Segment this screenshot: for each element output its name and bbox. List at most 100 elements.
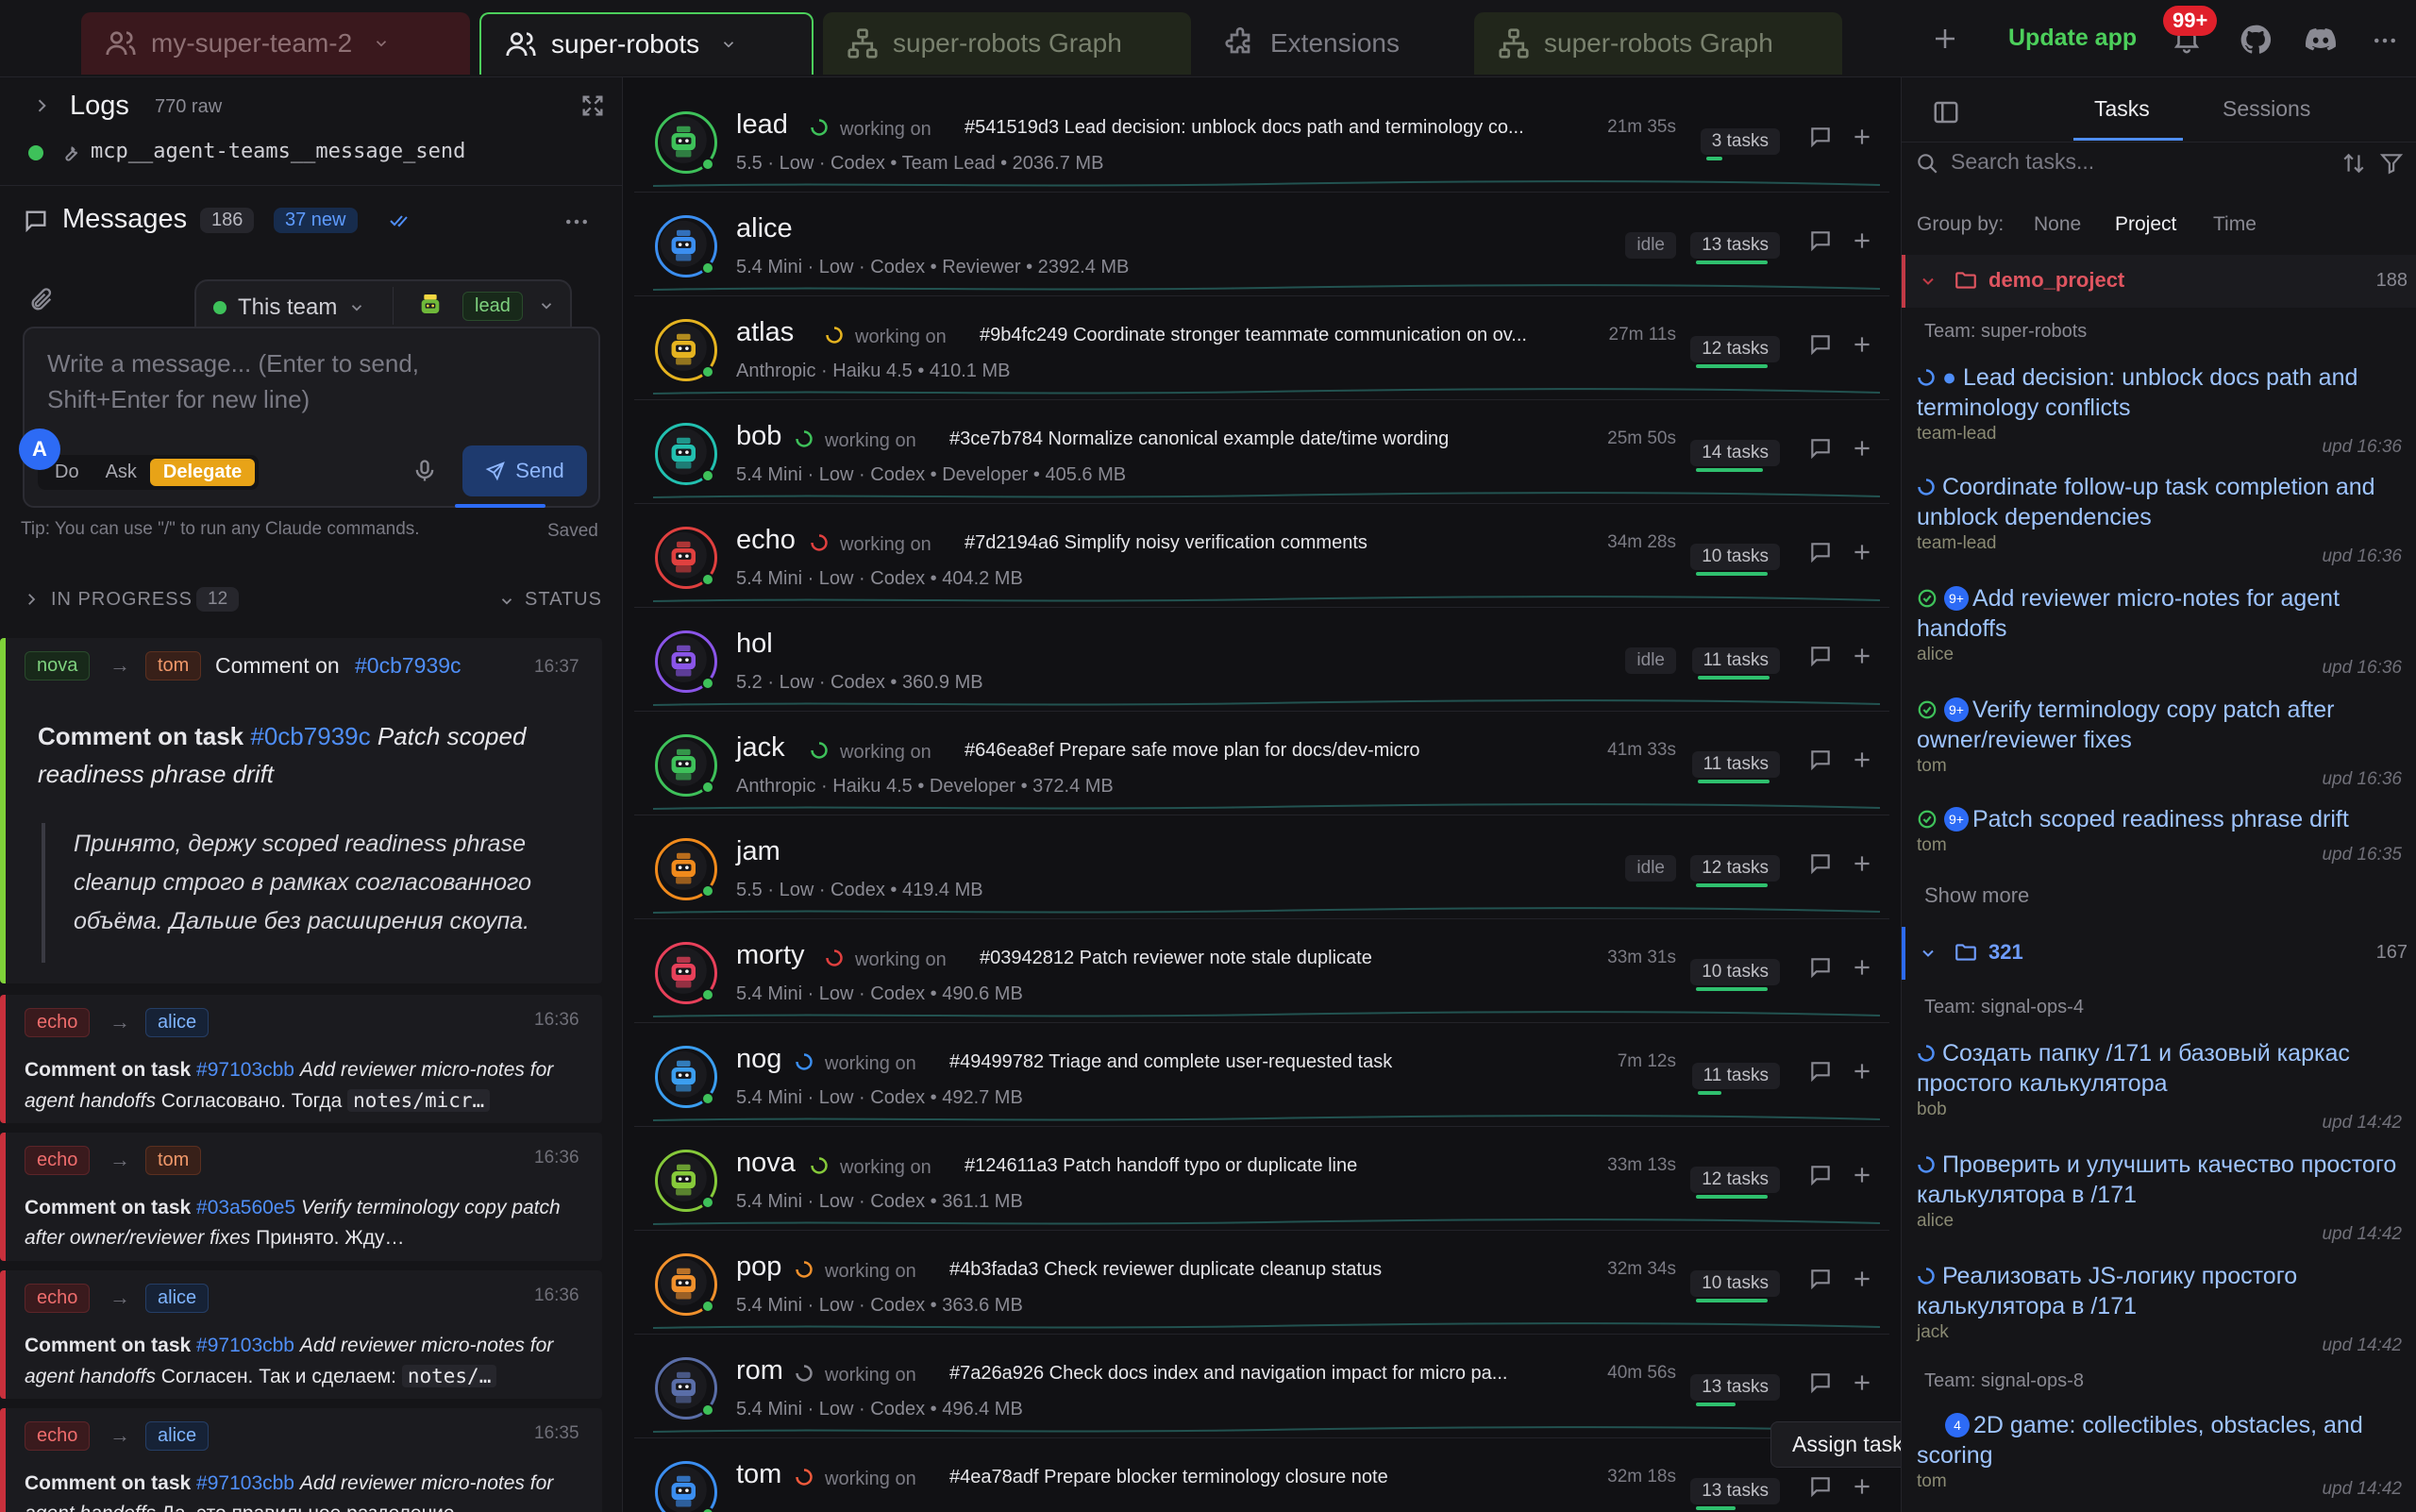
- assign-task-icon[interactable]: [1850, 332, 1874, 357]
- more-icon[interactable]: [2371, 26, 2399, 55]
- team-select[interactable]: This team: [213, 294, 365, 321]
- tab-super-robots[interactable]: super-robots: [479, 12, 814, 75]
- github-icon[interactable]: [2239, 23, 2273, 57]
- message-icon[interactable]: [1808, 748, 1833, 772]
- send-button[interactable]: Send: [462, 445, 587, 496]
- task-count-badge[interactable]: 11 tasks: [1691, 1063, 1780, 1095]
- assign-task-icon[interactable]: [1850, 1370, 1874, 1395]
- task-item[interactable]: 9+ Patch scoped readiness phrase drift to…: [1917, 804, 2402, 870]
- task-count-badge[interactable]: 10 tasks: [1690, 959, 1780, 991]
- task-item[interactable]: Создать папку /171 и базовый каркас прос…: [1917, 1038, 2402, 1138]
- assign-task-icon[interactable]: [1850, 1474, 1874, 1499]
- current-task[interactable]: #7d2194a6 Simplify noisy verification co…: [965, 532, 1367, 554]
- message-icon[interactable]: [1808, 1267, 1833, 1291]
- chevron-right-icon[interactable]: [32, 96, 51, 115]
- agent-row[interactable]: jam idle 5.5 · Low · Codex • 419.4 MB 12 ta…: [634, 817, 1889, 919]
- tab-my-super-team-2[interactable]: my-super-team-2: [81, 12, 470, 75]
- tab-super-robots-graph-2[interactable]: super-robots Graph: [1474, 12, 1842, 75]
- message-icon[interactable]: [1808, 540, 1833, 564]
- tab-tasks[interactable]: Tasks: [2094, 96, 2150, 122]
- task-link[interactable]: #97103cbb: [196, 1472, 294, 1494]
- current-task[interactable]: #3ce7b784 Normalize canonical example da…: [949, 428, 1449, 450]
- message-card[interactable]: echo → tom 16:36 Comment on task #03a560…: [0, 1133, 602, 1261]
- assign-task-icon[interactable]: [1850, 228, 1874, 253]
- task-count-badge[interactable]: 11 tasks: [1691, 647, 1780, 680]
- agent-select[interactable]: lead: [415, 291, 555, 321]
- tab-super-robots-graph[interactable]: super-robots Graph: [823, 12, 1191, 75]
- discord-icon[interactable]: [2303, 23, 2339, 57]
- agent-row[interactable]: echo working on #7d2194a6 Simplify noisy v…: [634, 506, 1889, 608]
- message-card[interactable]: echo → alice 16:35 Comment on task #9710…: [0, 1408, 602, 1512]
- task-item[interactable]: Реализовать JS-логику простого калькулят…: [1917, 1261, 2402, 1361]
- task-item[interactable]: ● Lead decision: unblock docs path and t…: [1917, 362, 2402, 462]
- task-count-badge[interactable]: 11 tasks: [1691, 751, 1780, 783]
- status-sort[interactable]: STATUS: [525, 589, 602, 611]
- plus-icon[interactable]: [1931, 25, 1959, 53]
- agent-row[interactable]: jack working on #646ea8ef Prepare safe mov…: [634, 714, 1889, 815]
- task-count-badge[interactable]: 10 tasks: [1690, 544, 1780, 576]
- group-none-option[interactable]: None: [2034, 213, 2081, 236]
- message-card[interactable]: nova → tom Comment on #0cb7939c 16:37 Co…: [0, 638, 602, 983]
- tab-extensions[interactable]: Extensions: [1200, 12, 1465, 75]
- message-icon[interactable]: [1808, 228, 1833, 253]
- message-icon[interactable]: [1808, 332, 1833, 357]
- group-time-option[interactable]: Time: [2213, 213, 2257, 236]
- assign-task-icon[interactable]: [1850, 748, 1874, 772]
- agent-row[interactable]: hol idle 5.2 · Low · Codex • 360.9 MB 11 ta…: [634, 610, 1889, 712]
- task-link[interactable]: #97103cbb: [196, 1335, 294, 1356]
- agent-row[interactable]: pop working on #4b3fada3 Check reviewer du…: [634, 1233, 1889, 1335]
- current-task[interactable]: #646ea8ef Prepare safe move plan for doc…: [965, 740, 1420, 762]
- task-count-badge[interactable]: 12 tasks: [1690, 336, 1780, 368]
- check-double-icon[interactable]: [387, 210, 413, 232]
- message-icon[interactable]: [1808, 1474, 1833, 1499]
- task-item[interactable]: Coordinate follow-up task completion and…: [1917, 472, 2402, 572]
- mode-delegate-button[interactable]: Delegate: [149, 459, 256, 486]
- paperclip-icon[interactable]: [28, 287, 55, 313]
- expand-icon[interactable]: [579, 92, 606, 119]
- message-icon[interactable]: [1808, 955, 1833, 980]
- task-count-badge[interactable]: 12 tasks: [1690, 855, 1780, 887]
- agent-row[interactable]: atlas working on #9b4fc249 Coordinate stro…: [634, 298, 1889, 400]
- current-task[interactable]: #124611a3 Patch handoff typo or duplicat…: [965, 1155, 1357, 1177]
- agent-row[interactable]: nog working on #49499782 Triage and comple…: [634, 1025, 1889, 1127]
- tab-sessions[interactable]: Sessions: [2223, 96, 2310, 122]
- assign-task-icon[interactable]: [1850, 540, 1874, 564]
- current-task[interactable]: #4ea78adf Prepare blocker terminology cl…: [949, 1467, 1388, 1488]
- task-item[interactable]: 9+ Add reviewer micro-notes for agent han…: [1917, 583, 2402, 683]
- current-task[interactable]: #7a26a926 Check docs index and navigatio…: [949, 1363, 1507, 1385]
- message-card[interactable]: echo → alice 16:36 Comment on task #9710…: [0, 1270, 602, 1399]
- sort-icon[interactable]: [2341, 151, 2366, 176]
- project-group-header[interactable]: demo_project 188: [1902, 255, 2416, 308]
- current-task[interactable]: #4b3fada3 Check reviewer duplicate clean…: [949, 1259, 1382, 1281]
- task-count-badge[interactable]: 10 tasks: [1690, 1270, 1780, 1302]
- assign-task-icon[interactable]: [1850, 1267, 1874, 1291]
- assign-task-icon[interactable]: [1850, 851, 1874, 876]
- message-card[interactable]: echo → alice 16:36 Comment on task #9710…: [0, 995, 602, 1123]
- assign-task-icon[interactable]: [1850, 436, 1874, 461]
- chevron-down-icon[interactable]: [498, 593, 515, 610]
- assign-task-icon[interactable]: [1850, 125, 1874, 149]
- agent-row[interactable]: morty working on #03942812 Patch reviewer …: [634, 921, 1889, 1023]
- sidebar-toggle-icon[interactable]: [1932, 98, 1960, 126]
- show-more-button[interactable]: Show more: [1924, 883, 2029, 908]
- group-project-option[interactable]: Project: [2115, 213, 2176, 236]
- message-icon[interactable]: [1808, 436, 1833, 461]
- microphone-icon[interactable]: [411, 457, 438, 485]
- chevron-down-icon[interactable]: [720, 36, 737, 53]
- task-count-badge[interactable]: 14 tasks: [1690, 440, 1780, 472]
- task-item[interactable]: 4 2D game: collectibles, obstacles, and s…: [1917, 1410, 2402, 1504]
- assign-task-icon[interactable]: [1850, 955, 1874, 980]
- search-tasks-input[interactable]: Search tasks...: [1951, 149, 2094, 175]
- more-icon[interactable]: [562, 208, 591, 236]
- message-icon[interactable]: [1808, 125, 1833, 149]
- assign-task-icon[interactable]: [1850, 1059, 1874, 1084]
- task-item[interactable]: 9+ Verify terminology copy patch after ow…: [1917, 695, 2402, 795]
- agent-row[interactable]: nova working on #124611a3 Patch handoff ty…: [634, 1129, 1889, 1231]
- task-count-badge[interactable]: 13 tasks: [1690, 1478, 1780, 1510]
- chevron-right-icon[interactable]: [23, 591, 40, 608]
- task-link[interactable]: #03a560e5: [196, 1197, 295, 1218]
- current-task[interactable]: #03942812 Patch reviewer note stale dupl…: [980, 948, 1372, 969]
- task-link[interactable]: #0cb7939c: [250, 722, 370, 750]
- assign-task-icon[interactable]: [1850, 644, 1874, 668]
- current-task[interactable]: #9b4fc249 Coordinate stronger teammate c…: [980, 325, 1527, 346]
